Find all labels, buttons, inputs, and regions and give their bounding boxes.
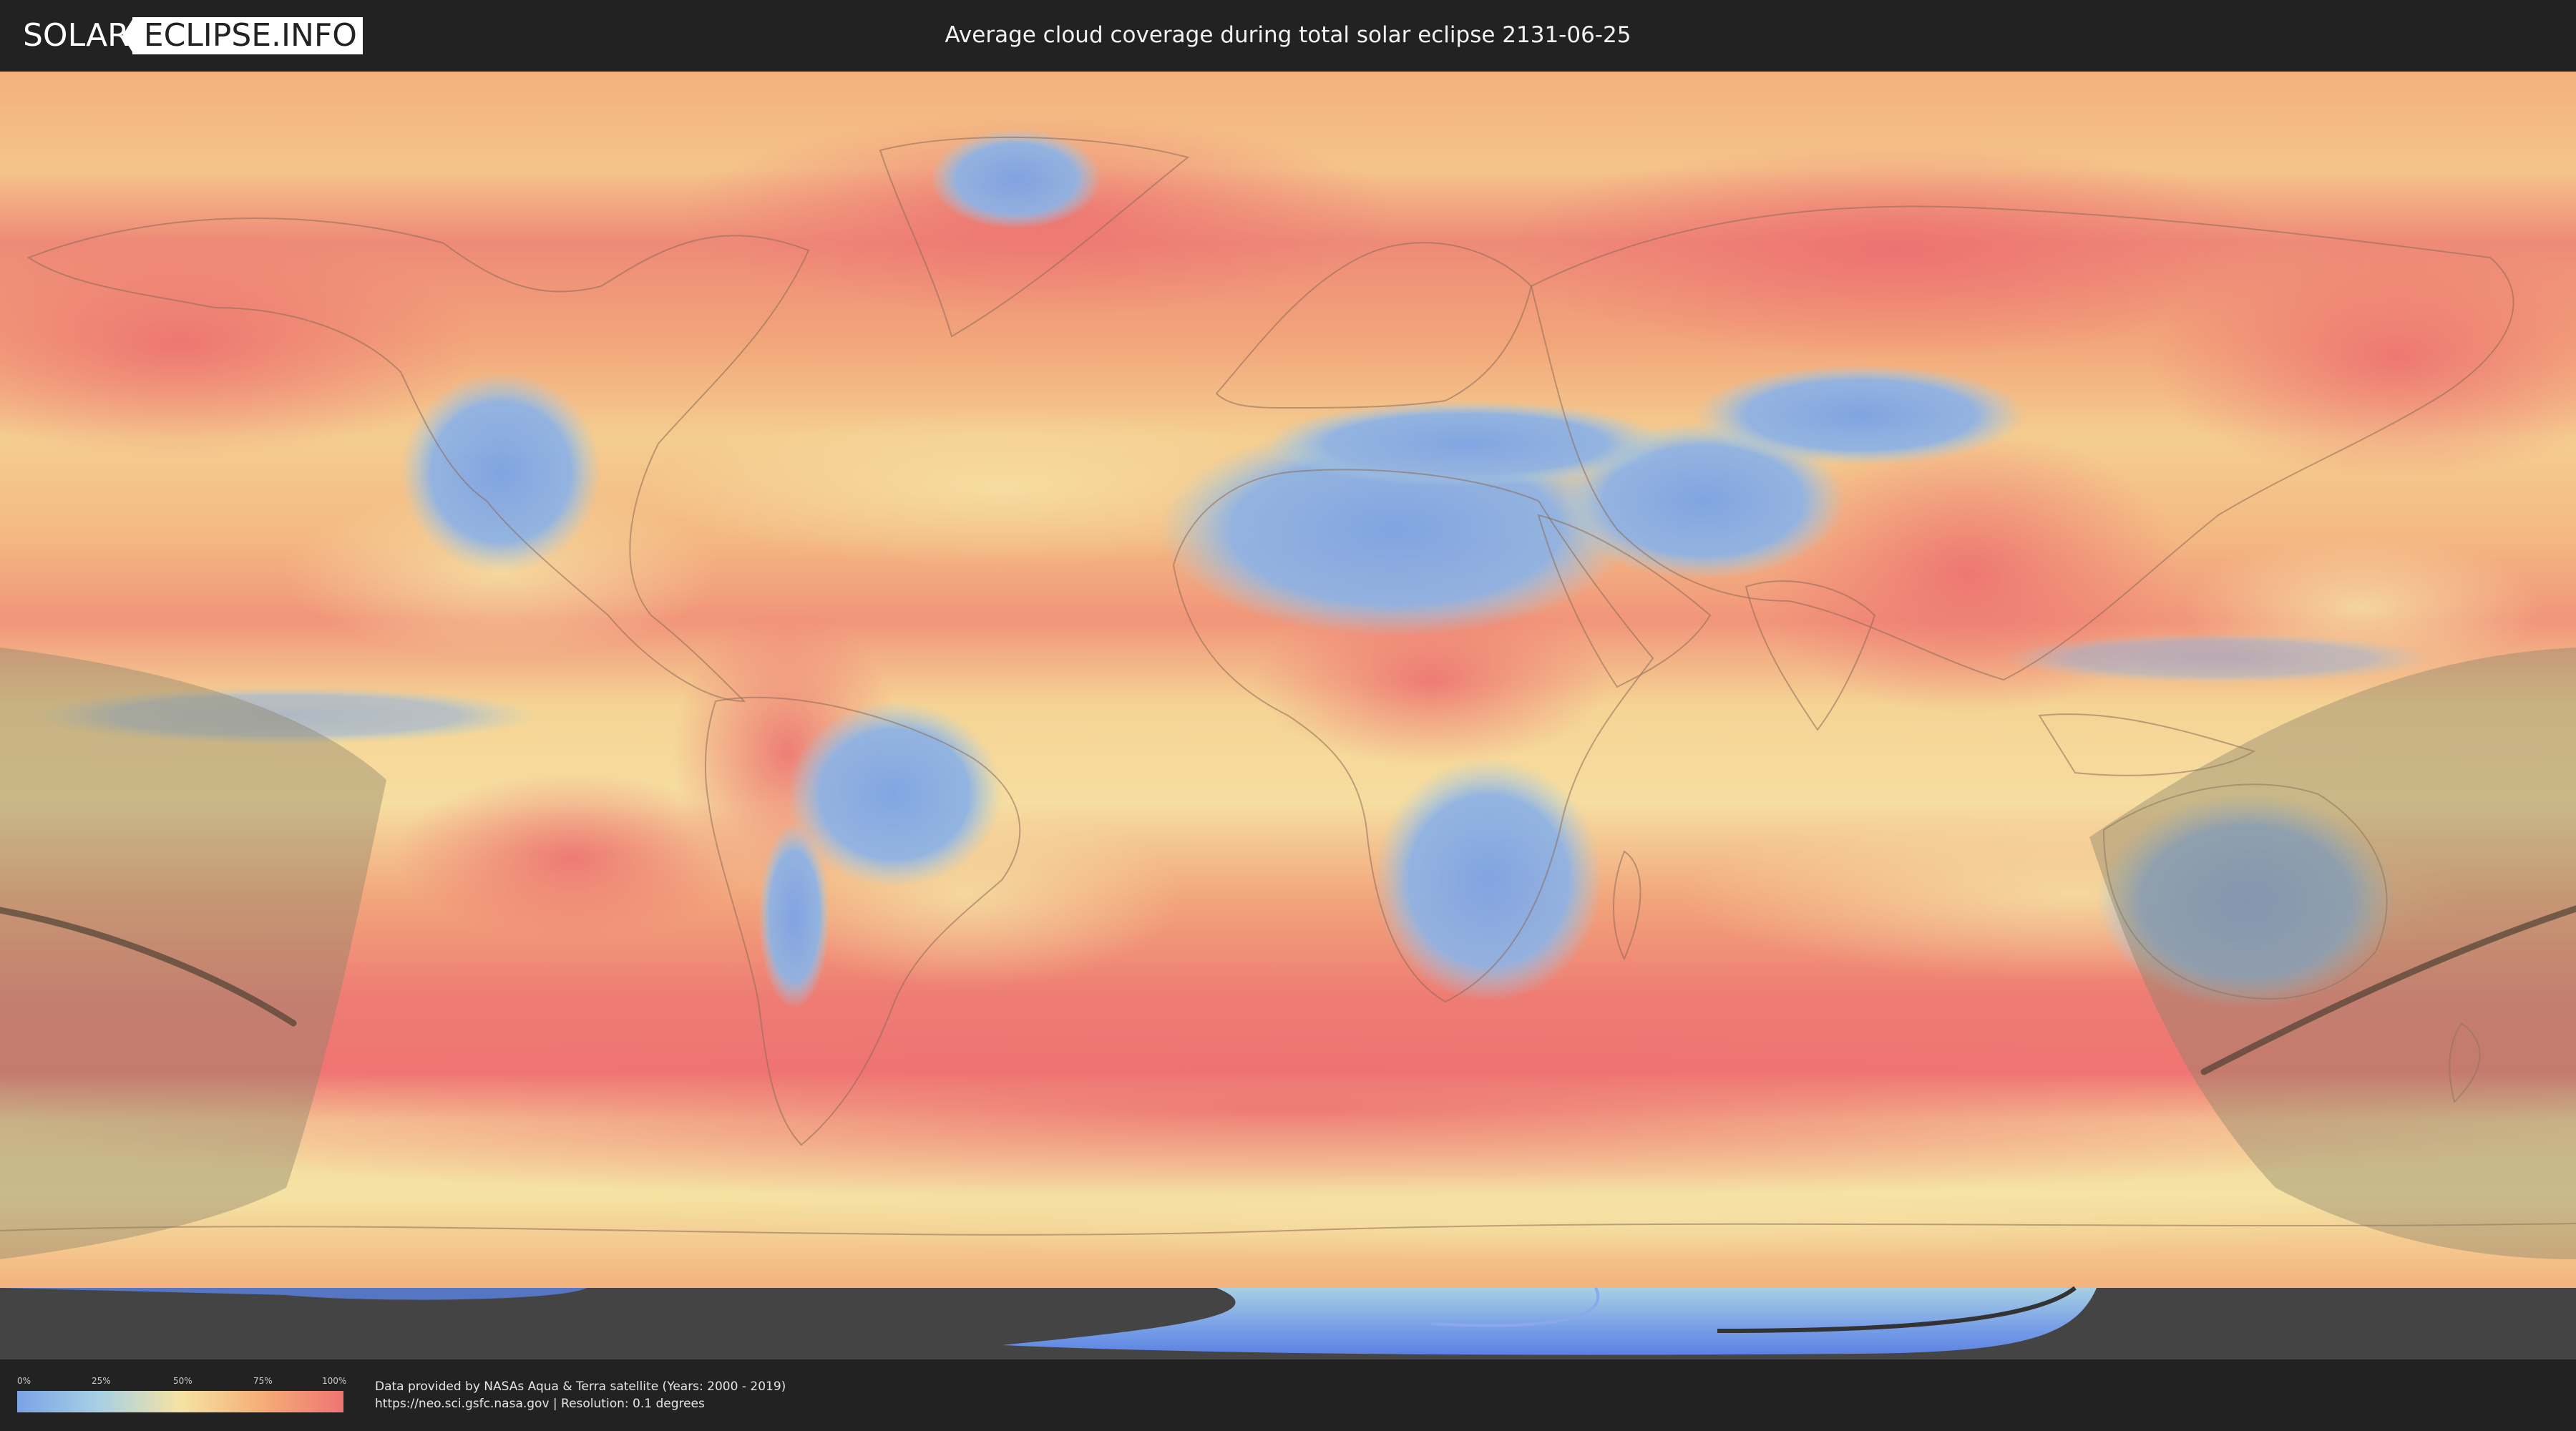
data-credits: Data provided by NASAs Aqua & Terra sate… bbox=[375, 1378, 786, 1412]
legend-tick-0: 0% bbox=[17, 1376, 31, 1386]
antarctic-region bbox=[0, 1286, 2576, 1359]
legend-tick-25: 25% bbox=[92, 1376, 111, 1386]
footer-bar: 0% 25% 50% 75% 100% Data provided by NAS… bbox=[0, 1359, 2576, 1431]
world-map-svg bbox=[0, 72, 2576, 1359]
page-title: Average cloud coverage during total sola… bbox=[945, 22, 1631, 48]
legend-tick-50: 50% bbox=[173, 1376, 192, 1386]
page: SOLAR ECLIPSE.INFO Average cloud coverag… bbox=[0, 0, 2576, 1431]
legend-ticks: 0% 25% 50% 75% 100% bbox=[17, 1375, 347, 1388]
credits-source: Data provided by NASAs Aqua & Terra sate… bbox=[375, 1379, 786, 1394]
cloud-coverage-map[interactable] bbox=[0, 72, 2576, 1359]
legend-color-bar bbox=[17, 1391, 343, 1412]
cloud-coverage-legend: 0% 25% 50% 75% 100% bbox=[17, 1375, 347, 1415]
legend-tick-100: 100% bbox=[322, 1376, 347, 1386]
header-bar: SOLAR ECLIPSE.INFO Average cloud coverag… bbox=[0, 0, 2576, 72]
credits-url-resolution: https://neo.sci.gsfc.nasa.gov | Resoluti… bbox=[375, 1397, 705, 1411]
legend-tick-75: 75% bbox=[253, 1376, 273, 1386]
